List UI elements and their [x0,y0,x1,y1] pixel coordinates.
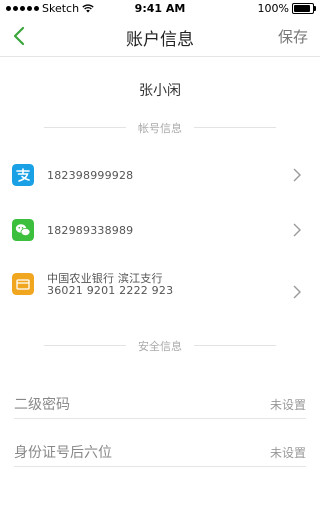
security-info-divider: 安全信息 [44,338,276,353]
id-last-six-row[interactable]: 身份证号后六位 未设置 [14,436,306,467]
wechat-account-number: 182989338989 [47,224,134,237]
chevron-right-icon [293,168,301,182]
account-row-alipay[interactable]: 182398999928 [0,155,320,195]
navigation-bar: 账户信息 保存 [0,16,320,57]
chevron-right-icon [293,285,301,299]
wechat-icon [12,219,34,241]
save-button[interactable]: 保存 [278,26,308,47]
battery-fill [294,5,310,12]
account-info-heading: 帐号信息 [138,122,182,135]
id-last-six-status: 未设置 [269,446,306,460]
chevron-right-icon [293,223,301,237]
alipay-icon [12,164,34,186]
account-row-bank-card[interactable]: 中国农业银行 滨江支行 36021 9201 2222 923 [0,263,320,313]
status-bar: Sketch 9:41 AM 100% [0,0,320,16]
battery-icon [292,3,316,14]
bank-card-number: 36021 9201 2222 923 [47,284,174,297]
battery-status: 100% [257,2,316,15]
bank-card-icon [12,273,34,295]
secondary-password-label: 二级密码 [14,397,70,413]
battery-percent: 100% [257,2,289,15]
secondary-password-status: 未设置 [269,398,306,412]
secondary-password-row[interactable]: 二级密码 未设置 [14,388,306,419]
account-row-wechat[interactable]: 182989338989 [0,210,320,250]
alipay-account-number: 182398999928 [47,169,134,182]
account-info-divider: 帐号信息 [44,120,276,135]
security-info-heading: 安全信息 [138,340,182,353]
id-last-six-label: 身份证号后六位 [14,445,112,461]
page-title: 账户信息 [126,30,194,50]
username: 张小闲 [139,83,181,99]
